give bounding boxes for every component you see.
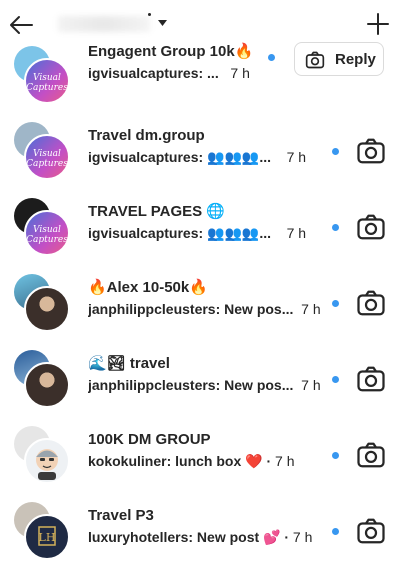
thread-preview: janphilippcleusters: New pos... 7 h <box>88 377 321 393</box>
thread-row[interactable]: 100K DM GROUP kokokuliner: lunch box ❤️ … <box>0 416 400 492</box>
camera-icon[interactable] <box>356 364 386 394</box>
thread-preview: kokokuliner: lunch box ❤️ · 7 h <box>88 453 295 469</box>
group-avatar <box>14 350 72 408</box>
account-title[interactable] <box>58 16 150 32</box>
unread-dot <box>332 148 339 155</box>
thread-name: 🌊🏞 travel <box>88 355 170 372</box>
thread-preview: igvisualcaptures: ... 7 h <box>88 65 250 81</box>
thread-name: 🔥Alex 10-50k🔥 <box>88 279 208 296</box>
thread-row[interactable]: 🔥Alex 10-50k🔥 janphilippcleusters: New p… <box>0 264 400 340</box>
unread-dot <box>332 528 339 535</box>
group-avatar <box>14 274 72 332</box>
thread-preview: igvisualcaptures: 👥👥👥... 7 h <box>88 225 307 241</box>
unread-dot <box>332 452 339 459</box>
svg-text:Visual: Visual <box>33 225 61 235</box>
svg-text:Visual: Visual <box>33 73 61 83</box>
avatar <box>24 438 70 484</box>
thread-preview: luxuryhotellers: New post 💕 · 7 h <box>88 529 313 545</box>
unread-dot <box>268 54 275 61</box>
thread-row[interactable]: Visual Captures Engagent Group 10k🔥 igvis… <box>0 36 400 112</box>
group-avatar: Visual Captures <box>14 122 72 180</box>
avatar <box>24 286 70 332</box>
camera-icon[interactable] <box>356 288 386 318</box>
thread-list: Visual Captures Engagent Group 10k🔥 igvis… <box>0 42 400 568</box>
svg-text:Captures: Captures <box>26 235 68 245</box>
thread-name: Engagent Group 10k🔥 <box>88 43 254 60</box>
reply-button[interactable]: Reply <box>294 42 384 76</box>
thread-name: Travel P3 <box>88 507 154 524</box>
camera-icon[interactable] <box>356 440 386 470</box>
thread-name: TRAVEL PAGES 🌐 <box>88 203 226 220</box>
camera-icon[interactable] <box>356 212 386 242</box>
title-dot <box>148 13 151 16</box>
thread-preview: janphilippcleusters: New pos... 7 h <box>88 301 321 317</box>
thread-preview: igvisualcaptures: 👥👥👥... 7 h <box>88 149 307 165</box>
chevron-down-icon[interactable] <box>158 20 167 26</box>
thread-row[interactable]: Visual Captures TRAVEL PAGES 🌐 igvisualca… <box>0 188 400 264</box>
svg-text:LH: LH <box>39 531 56 544</box>
camera-icon[interactable] <box>356 516 386 546</box>
camera-icon <box>305 51 325 69</box>
group-avatar: Visual Captures <box>14 198 72 256</box>
unread-dot <box>332 224 339 231</box>
avatar <box>24 362 70 408</box>
unread-dot <box>332 376 339 383</box>
svg-text:Captures: Captures <box>26 83 68 93</box>
group-avatar <box>14 426 72 484</box>
thread-name: 100K DM GROUP <box>88 431 211 448</box>
group-avatar: LH <box>14 502 72 560</box>
thread-row[interactable]: Visual Captures Travel dm.group igvisualc… <box>0 112 400 188</box>
camera-icon[interactable] <box>356 136 386 166</box>
avatar: LH <box>24 514 70 560</box>
plus-icon[interactable] <box>366 12 390 36</box>
thread-row[interactable]: 🌊🏞 travel janphilippcleusters: New pos..… <box>0 340 400 416</box>
avatar: Visual Captures <box>24 134 70 180</box>
unread-dot <box>332 300 339 307</box>
svg-text:Captures: Captures <box>26 159 68 169</box>
group-avatar: Visual Captures <box>14 46 72 104</box>
avatar: Visual Captures <box>24 210 70 256</box>
avatar: Visual Captures <box>24 58 70 104</box>
thread-name: Travel dm.group <box>88 127 205 144</box>
reply-label: Reply <box>335 51 376 68</box>
svg-text:Visual: Visual <box>33 149 61 159</box>
thread-row[interactable]: LH Travel P3 luxuryhotellers: New post 💕… <box>0 492 400 568</box>
